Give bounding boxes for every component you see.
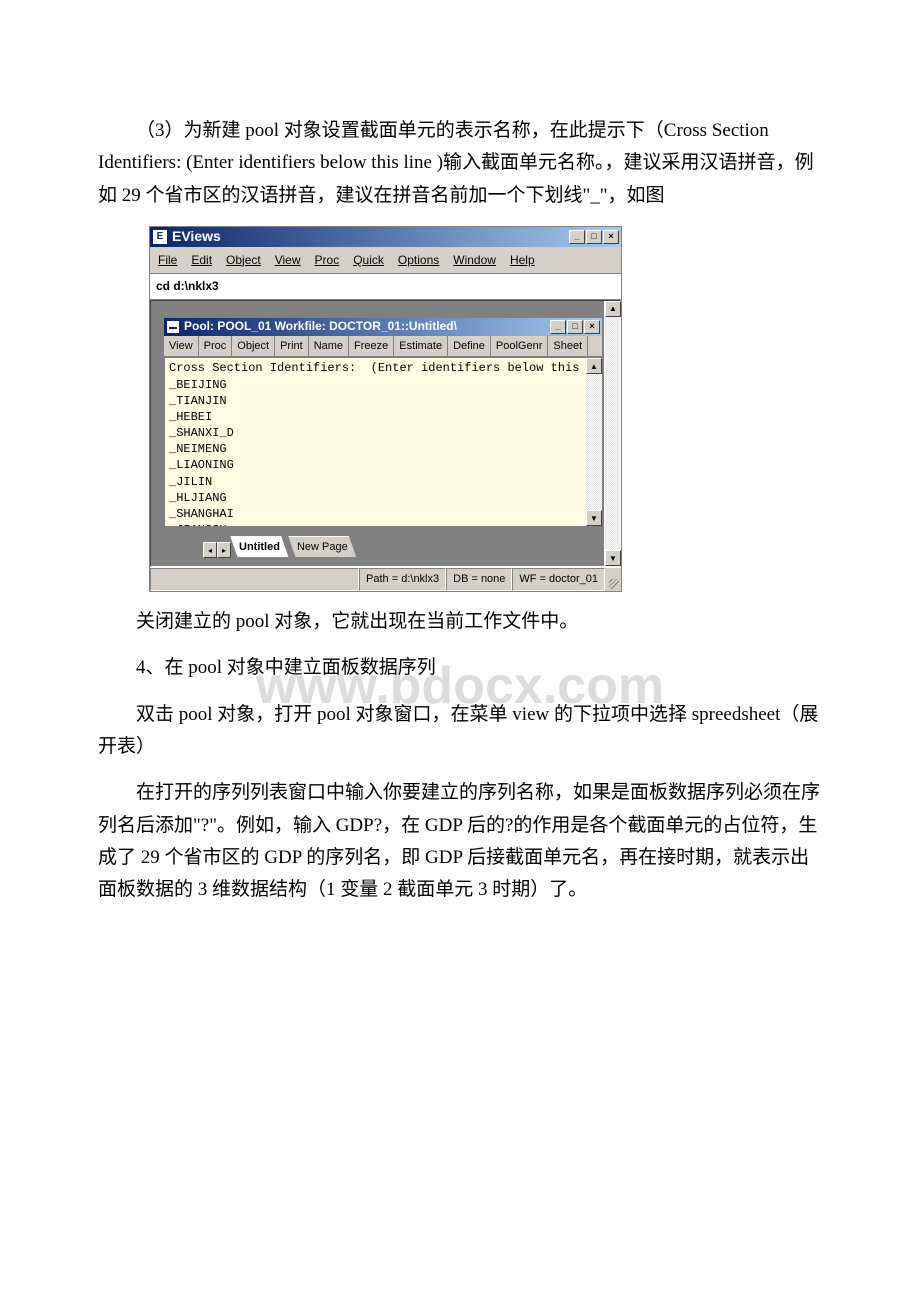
tab-next-icon[interactable]: ▸: [217, 542, 231, 558]
pool-maximize-button[interactable]: □: [567, 320, 583, 334]
mdi-scrollbar[interactable]: ▲ ▼: [604, 301, 620, 567]
eviews-screenshot: E EViews _ □ × File Edit Object View Pro…: [149, 226, 622, 592]
id-row: _SHANGHAI: [169, 507, 234, 521]
workfile-tabs: ◂ ▸ Untitled New Page: [203, 536, 357, 559]
pool-titlebar: Pool: POOL_01 Workfile: DOCTOR_01::Untit…: [164, 318, 602, 336]
minimize-button[interactable]: _: [569, 230, 585, 244]
pool-window: Pool: POOL_01 Workfile: DOCTOR_01::Untit…: [163, 317, 603, 529]
id-row: _HEBEI: [169, 410, 212, 424]
id-row: _LIAONING: [169, 458, 234, 472]
id-row: _NEIMENG: [169, 442, 227, 456]
tbtn-sheet[interactable]: Sheet: [548, 336, 588, 357]
menu-object[interactable]: Object: [226, 250, 261, 270]
id-row: _SHANXI_D: [169, 426, 234, 440]
id-row: _JIANGSU: [169, 523, 227, 527]
identifiers-editor[interactable]: Cross Section Identifiers: (Enter identi…: [164, 357, 586, 527]
outer-titlebar: E EViews _ □ ×: [150, 227, 621, 247]
menu-edit[interactable]: Edit: [191, 250, 212, 270]
id-row: _HLJIANG: [169, 491, 227, 505]
paragraph-series-input: 在打开的序列列表窗口中输入你要建立的序列名称，如果是面板数据序列必须在序列名后添…: [98, 777, 822, 906]
menu-view[interactable]: View: [275, 250, 301, 270]
tbtn-estimate[interactable]: Estimate: [394, 336, 448, 357]
tbtn-object[interactable]: Object: [232, 336, 275, 357]
menubar: File Edit Object View Proc Quick Options…: [150, 247, 621, 273]
statusbar: Path = d:\nklx3 DB = none WF = doctor_01: [150, 567, 621, 591]
tbtn-freeze[interactable]: Freeze: [349, 336, 394, 357]
id-row: _BEIJING: [169, 378, 227, 392]
scroll-down-icon[interactable]: ▼: [605, 550, 621, 566]
tab-new-page[interactable]: New Page: [288, 536, 357, 559]
pool-close-button[interactable]: ×: [584, 320, 600, 334]
status-path: Path = d:\nklx3: [359, 568, 446, 591]
tbtn-proc[interactable]: Proc: [199, 336, 233, 357]
status-empty: [150, 568, 359, 591]
tbtn-name[interactable]: Name: [309, 336, 349, 357]
scroll-up-icon[interactable]: ▲: [605, 301, 621, 317]
resize-grip-icon[interactable]: [605, 568, 621, 591]
menu-quick[interactable]: Quick: [353, 250, 384, 270]
pool-minimize-button[interactable]: _: [550, 320, 566, 334]
scroll-up-icon[interactable]: ▲: [586, 358, 602, 374]
editor-hint: Cross Section Identifiers: (Enter identi…: [169, 361, 586, 375]
id-row: _TIANJIN: [169, 394, 227, 408]
paragraph-open-pool: 双击 pool 对象，打开 pool 对象窗口，在菜单 view 的下拉项中选择…: [98, 699, 822, 764]
eviews-app-icon: E: [152, 229, 168, 245]
pool-toolbar: View Proc Object Print Name Freeze Estim…: [164, 336, 602, 358]
paragraph-close-pool: 关闭建立的 pool 对象，它就出现在当前工作文件中。: [98, 606, 822, 638]
command-line[interactable]: cd d:\nklx3: [150, 273, 621, 299]
maximize-button[interactable]: □: [586, 230, 602, 244]
close-button[interactable]: ×: [603, 230, 619, 244]
menu-window[interactable]: Window: [453, 250, 496, 270]
paragraph-3-intro: （3）为新建 pool 对象设置截面单元的表示名称，在此提示下（Cross Se…: [98, 115, 822, 212]
editor-scrollbar[interactable]: ▲ ▼: [586, 357, 602, 527]
scroll-down-icon[interactable]: ▼: [586, 510, 602, 526]
pool-icon: [166, 320, 180, 334]
mdi-client-area: Pool: POOL_01 Workfile: DOCTOR_01::Untit…: [150, 300, 621, 568]
tab-untitled[interactable]: Untitled: [230, 536, 289, 559]
menu-proc[interactable]: Proc: [315, 250, 340, 270]
menu-options[interactable]: Options: [398, 250, 439, 270]
app-title: EViews: [172, 225, 221, 249]
tbtn-print[interactable]: Print: [275, 336, 309, 357]
pool-title: Pool: POOL_01 Workfile: DOCTOR_01::Untit…: [184, 316, 457, 336]
menu-file[interactable]: File: [158, 250, 177, 270]
status-wf: WF = doctor_01: [512, 568, 605, 591]
tbtn-define[interactable]: Define: [448, 336, 491, 357]
tbtn-poolgenr[interactable]: PoolGenr: [491, 336, 548, 357]
heading-step-4: 4、在 pool 对象中建立面板数据序列: [98, 652, 822, 684]
tab-prev-icon[interactable]: ◂: [203, 542, 217, 558]
menu-help[interactable]: Help: [510, 250, 535, 270]
tbtn-view[interactable]: View: [164, 336, 199, 357]
id-row: _JILIN: [169, 475, 212, 489]
status-db: DB = none: [446, 568, 512, 591]
